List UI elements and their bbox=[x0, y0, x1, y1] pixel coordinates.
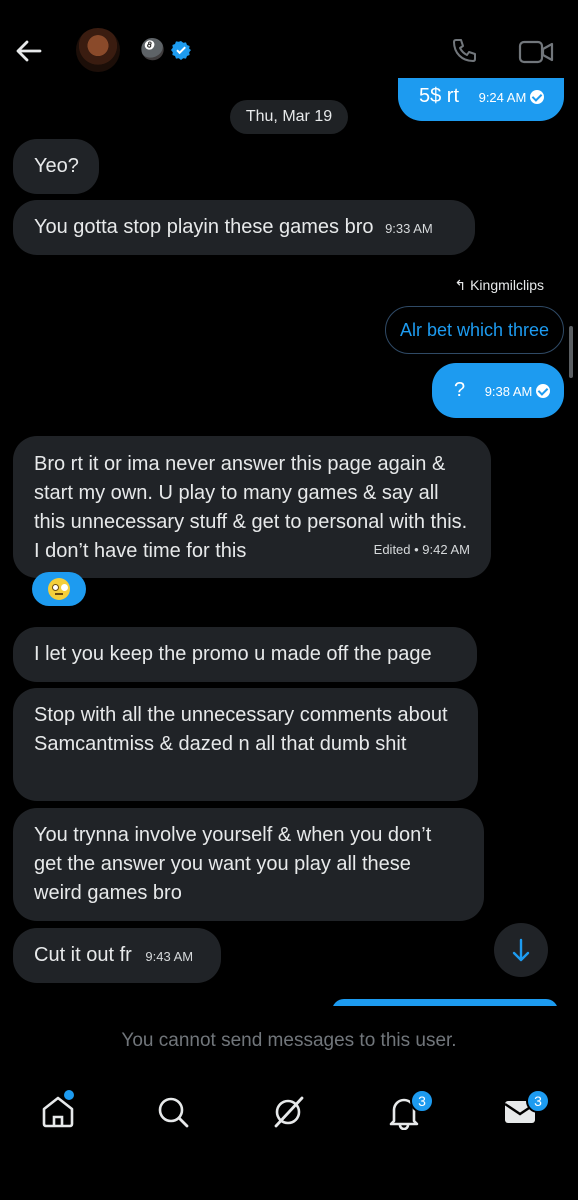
message-text: Cut it out fr bbox=[34, 944, 132, 966]
incoming-message[interactable]: You gotta stop playin these games bro 9:… bbox=[13, 200, 475, 255]
date-separator: Thu, Mar 19 bbox=[230, 100, 348, 134]
message-reaction[interactable] bbox=[32, 572, 86, 606]
incoming-message[interactable]: Bro rt it or ima never answer this page … bbox=[13, 436, 491, 578]
incoming-message[interactable]: Cut it out fr 9:43 AM bbox=[13, 928, 221, 983]
message-time: 9:24 AM bbox=[478, 90, 527, 105]
reply-context: ↰ Kingmilclips bbox=[454, 277, 544, 294]
avatar[interactable] bbox=[76, 28, 120, 72]
notifications-badge: 3 bbox=[410, 1089, 434, 1113]
scroll-to-bottom-button[interactable] bbox=[494, 923, 548, 977]
reply-arrow-icon: ↰ bbox=[454, 277, 467, 293]
outgoing-message[interactable]: 5$ rt 9:24 AM bbox=[398, 78, 564, 121]
quoted-message[interactable]: Alr bet which three bbox=[385, 306, 564, 354]
message-time: 9:33 AM bbox=[385, 221, 433, 236]
phone-icon[interactable] bbox=[449, 36, 479, 66]
verified-badge-icon bbox=[171, 41, 191, 60]
incoming-message[interactable]: Stop with all the unnecessary comments a… bbox=[13, 688, 478, 801]
home-new-dot bbox=[64, 1090, 74, 1100]
message-time: Edited • 9:42 AM bbox=[373, 542, 470, 557]
cannot-message-notice: You cannot send messages to this user. bbox=[121, 1030, 457, 1051]
message-text: 5$ rt bbox=[419, 85, 460, 107]
message-text: You gotta stop playin these games bro bbox=[34, 216, 374, 238]
message-text: You trynna involve yourself & when you d… bbox=[34, 824, 432, 904]
incoming-message[interactable]: Yeo? bbox=[13, 139, 99, 194]
message-text: I let you keep the promo u made off the … bbox=[34, 643, 432, 665]
incoming-message[interactable]: You trynna involve yourself & when you d… bbox=[13, 808, 484, 921]
message-text: Stop with all the unnecessary comments a… bbox=[34, 704, 448, 755]
grok-icon[interactable] bbox=[270, 1094, 306, 1130]
read-check-icon bbox=[536, 384, 551, 398]
arrow-left-icon[interactable] bbox=[14, 36, 44, 66]
message-time: 9:43 AM bbox=[145, 949, 194, 964]
scrollbar[interactable] bbox=[569, 326, 573, 378]
video-camera-icon[interactable] bbox=[518, 38, 554, 66]
outgoing-message[interactable]: ? 9:38 AM bbox=[432, 363, 564, 418]
eye-roll-emoji-icon bbox=[48, 578, 70, 600]
user-name[interactable]: 🎱 bbox=[140, 38, 165, 62]
messages-badge: 3 bbox=[526, 1089, 550, 1113]
message-text: ? bbox=[454, 379, 466, 401]
search-icon[interactable] bbox=[155, 1094, 191, 1130]
message-time: 9:38 AM bbox=[484, 384, 533, 399]
arrow-down-icon bbox=[512, 938, 530, 962]
read-check-icon bbox=[530, 90, 545, 104]
incoming-message[interactable]: I let you keep the promo u made off the … bbox=[13, 627, 477, 682]
reply-context-user: Kingmilclips bbox=[470, 277, 544, 293]
message-text: Yeo? bbox=[34, 155, 79, 177]
